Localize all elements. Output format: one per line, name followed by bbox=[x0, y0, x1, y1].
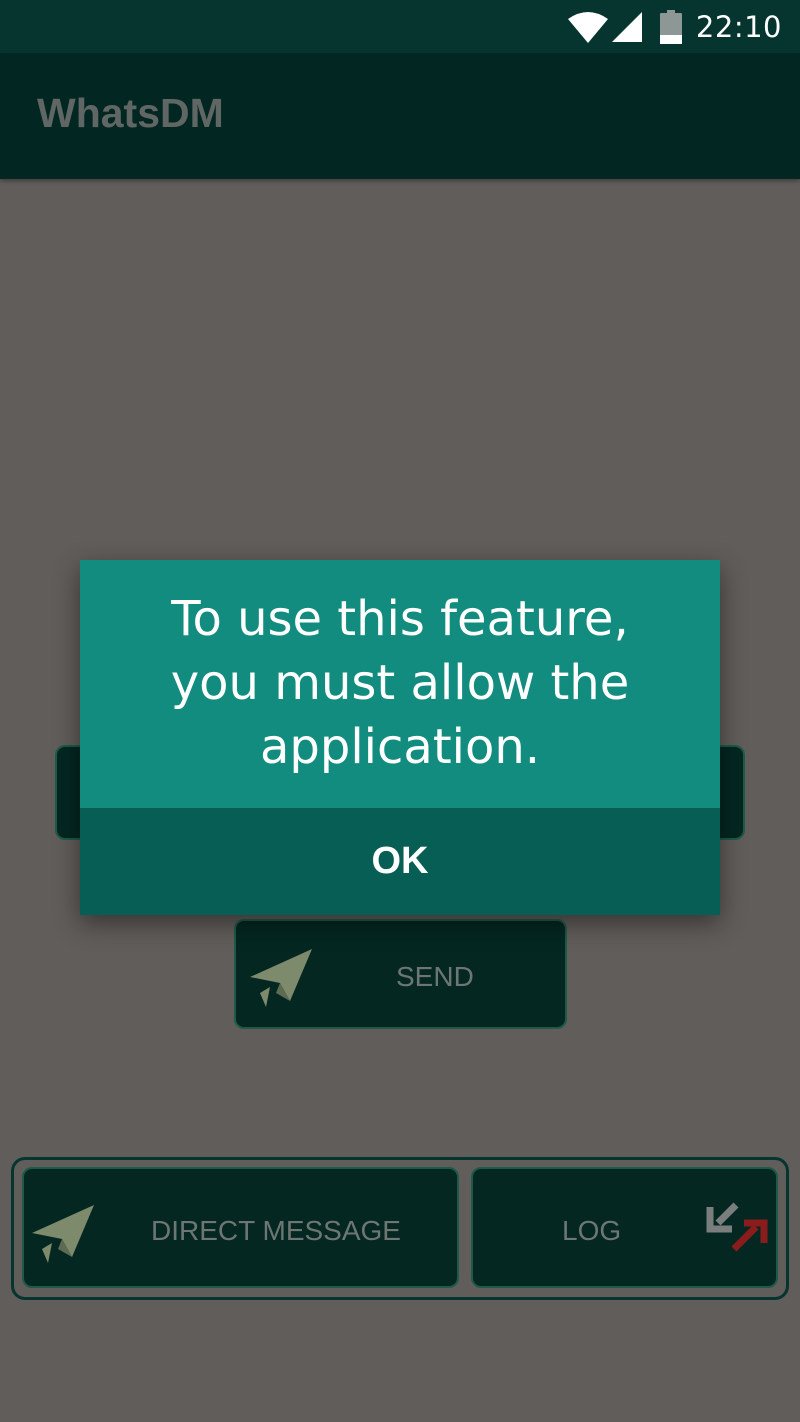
send-button-label: SEND bbox=[396, 961, 474, 992]
cell-signal-icon bbox=[611, 12, 642, 42]
paper-plane-icon bbox=[28, 1199, 98, 1269]
status-clock: 22:10 bbox=[695, 10, 782, 44]
status-bar: 22:10 bbox=[0, 0, 800, 53]
app-bar: WhatsDM bbox=[0, 53, 800, 179]
in-out-arrows-icon bbox=[706, 1201, 770, 1257]
log-button[interactable]: LOG bbox=[471, 1167, 778, 1288]
dialog-message: To use this feature, you must allow the … bbox=[170, 591, 630, 775]
status-icons: 22:10 bbox=[567, 8, 782, 46]
permission-dialog: To use this feature, you must allow the … bbox=[80, 560, 720, 915]
direct-message-button[interactable]: DIRECT MESSAGE bbox=[22, 1167, 459, 1288]
direct-message-label: DIRECT MESSAGE bbox=[151, 1215, 401, 1246]
app-title: WhatsDM bbox=[37, 90, 224, 136]
log-label: LOG bbox=[562, 1215, 622, 1246]
paper-plane-icon bbox=[246, 943, 316, 1013]
ok-button[interactable]: OK bbox=[80, 808, 720, 915]
send-button[interactable]: SEND bbox=[234, 919, 567, 1029]
battery-icon bbox=[659, 10, 682, 44]
dialog-body: To use this feature, you must allow the … bbox=[80, 560, 720, 808]
wifi-icon bbox=[567, 11, 608, 43]
